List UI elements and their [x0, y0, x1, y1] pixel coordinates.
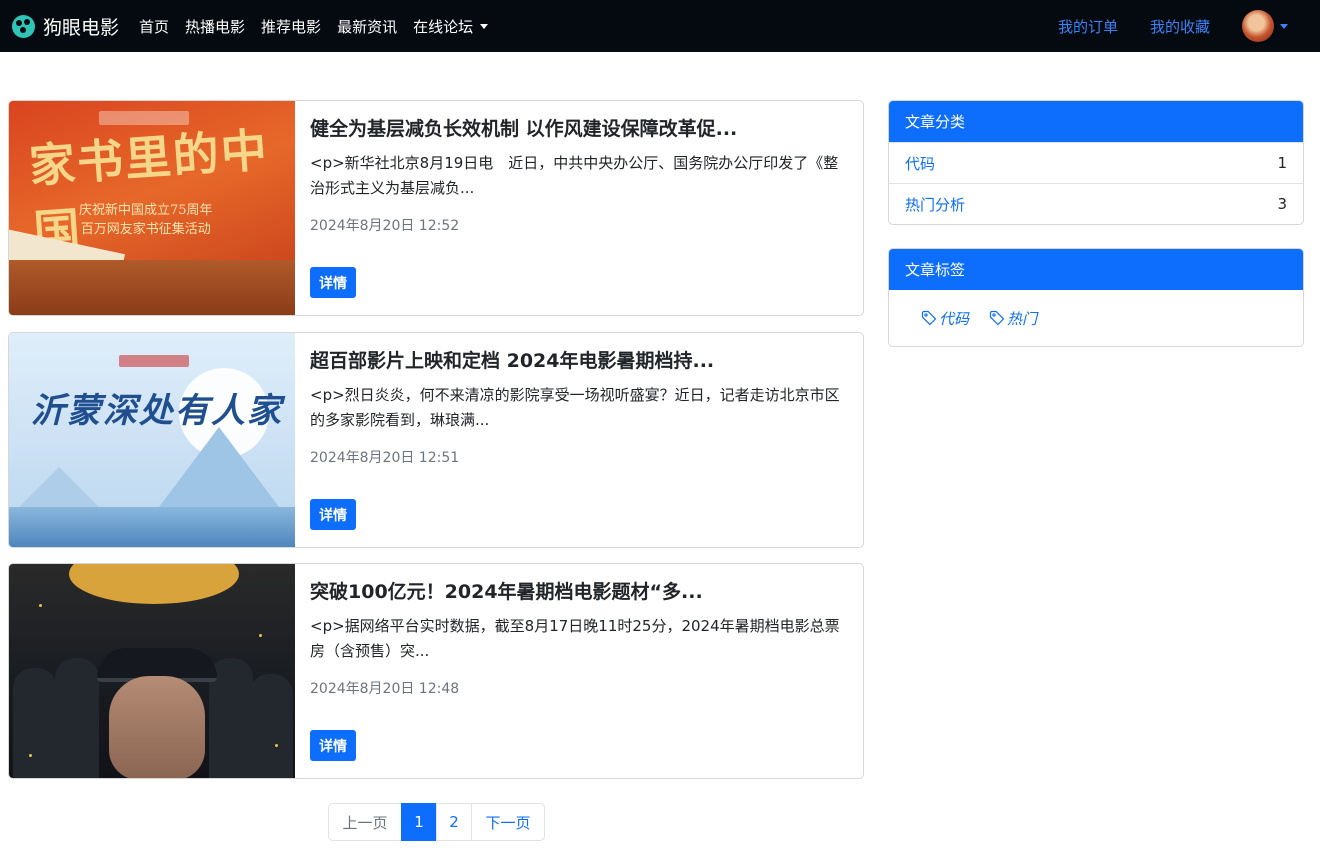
media-logo — [119, 355, 189, 367]
brand[interactable]: 狗眼电影 — [12, 13, 119, 40]
page-1-button[interactable]: 1 — [401, 803, 437, 841]
details-button[interactable]: 详情 — [310, 730, 356, 761]
tag-label: 热门 — [1007, 309, 1038, 328]
category-panel: 文章分类 代码 1 热门分析 3 — [888, 100, 1304, 225]
article-summary: <p>烈日炎炎，何不来清凉的影院享受一场视听盛宴？近日，记者走访北京市区的多家影… — [310, 386, 840, 429]
tag-icon — [921, 310, 937, 326]
top-navbar: 狗眼电影 首页 热播电影 推荐电影 最新资讯 在线论坛 我的订单 我的收藏 — [0, 0, 1320, 52]
category-name[interactable]: 代码 — [905, 153, 935, 174]
category-count: 1 — [1277, 154, 1287, 172]
category-panel-title: 文章分类 — [889, 101, 1303, 142]
thumbnail-subtitle: 庆祝新中国成立75周年 百万网友家书征集活动 — [79, 203, 213, 237]
nav-right: 我的订单 我的收藏 — [1058, 0, 1320, 52]
user-menu-toggle[interactable] — [1242, 10, 1288, 42]
category-item[interactable]: 热门分析 3 — [889, 183, 1303, 224]
nav-home[interactable]: 首页 — [139, 16, 169, 37]
article-card: 突破100亿元！2024年暑期档电影题材“多... <p>据网络平台实时数据，截… — [8, 563, 864, 779]
article-title[interactable]: 健全为基层减负长效机制 以作风建设保障改革促... — [310, 115, 849, 143]
article-thumbnail[interactable]: 家书里的中国 庆祝新中国成立75周年 百万网友家书征集活动 — [9, 101, 295, 315]
thumbnail-crowd — [55, 658, 99, 778]
article-date: 2024年8月20日 12:51 — [310, 450, 460, 466]
article-card: 沂蒙深处有人家 超百部影片上映和定档 2024年电影暑期档持... <p>烈日炎… — [8, 332, 864, 548]
thumbnail-spark — [275, 744, 278, 747]
thumbnail-crowd — [249, 674, 293, 778]
tag-link[interactable]: 热门 — [989, 308, 1037, 329]
article-date: 2024年8月20日 12:48 — [310, 681, 460, 697]
thumbnail-face — [109, 676, 205, 778]
details-button[interactable]: 详情 — [310, 499, 356, 530]
thumbnail-spark — [39, 604, 42, 607]
details-button[interactable]: 详情 — [310, 267, 356, 298]
article-thumbnail[interactable] — [9, 564, 295, 778]
film-reel-icon — [12, 14, 35, 38]
article-body: 超百部影片上映和定档 2024年电影暑期档持... <p>烈日炎炎，何不来清凉的… — [310, 347, 849, 530]
article-title[interactable]: 突破100亿元！2024年暑期档电影题材“多... — [310, 578, 849, 606]
prev-page-button[interactable]: 上一页 — [328, 803, 402, 841]
nav-latest-news[interactable]: 最新资讯 — [337, 16, 397, 37]
category-item[interactable]: 代码 1 — [889, 142, 1303, 183]
tag-icon — [989, 310, 1005, 326]
article-body: 健全为基层减负长效机制 以作风建设保障改革促... <p>新华社北京8月19日电… — [310, 115, 849, 298]
thumbnail-spark — [29, 754, 32, 757]
next-page-button[interactable]: 下一页 — [471, 803, 545, 841]
thumbnail-floor — [9, 260, 295, 315]
thumbnail-figure-top — [69, 564, 239, 604]
brand-name: 狗眼电影 — [43, 16, 120, 39]
pagination: 上一页 1 2 下一页 — [328, 803, 545, 841]
tag-link[interactable]: 代码 — [921, 308, 969, 329]
tag-label: 代码 — [939, 309, 970, 328]
caret-down-icon — [480, 23, 489, 29]
article-body: 突破100亿元！2024年暑期档电影题材“多... <p>据网络平台实时数据，截… — [310, 578, 849, 761]
article-summary: <p>据网络平台实时数据，截至8月17日晚11时25分，2024年暑期档电影总票… — [310, 617, 840, 660]
caret-down-icon — [1280, 23, 1288, 29]
thumbnail-title: 沂蒙深处有人家 — [31, 391, 283, 431]
tag-panel-title: 文章标签 — [889, 249, 1303, 290]
thumbnail-ground — [9, 507, 295, 547]
tag-list: 代码 热门 — [889, 290, 1303, 346]
my-favorites-link[interactable]: 我的收藏 — [1150, 16, 1210, 37]
main-nav: 首页 热播电影 推荐电影 最新资讯 在线论坛 — [139, 16, 504, 37]
my-orders-link[interactable]: 我的订单 — [1058, 16, 1118, 37]
avatar — [1242, 10, 1274, 42]
article-thumbnail[interactable]: 沂蒙深处有人家 — [9, 333, 295, 547]
article-card: 家书里的中国 庆祝新中国成立75周年 百万网友家书征集活动 健全为基层减负长效机… — [8, 100, 864, 316]
article-date: 2024年8月20日 12:52 — [310, 218, 460, 234]
thumbnail-spark — [259, 634, 262, 637]
nav-forum-label: 在线论坛 — [413, 17, 474, 36]
page-2-button[interactable]: 2 — [436, 803, 472, 841]
category-name[interactable]: 热门分析 — [905, 194, 965, 215]
tag-panel: 文章标签 代码 热门 — [888, 248, 1304, 347]
category-count: 3 — [1277, 195, 1287, 213]
nav-forum-dropdown[interactable]: 在线论坛 — [413, 16, 489, 37]
article-summary: <p>新华社北京8月19日电 近日，中共中央办公厅、国务院办公厅印发了《整治形式… — [310, 154, 839, 197]
nav-hot-movies[interactable]: 热播电影 — [185, 16, 245, 37]
article-title[interactable]: 超百部影片上映和定档 2024年电影暑期档持... — [310, 347, 849, 375]
nav-recommended-movies[interactable]: 推荐电影 — [261, 16, 321, 37]
thumbnail-title: 家书里的中国 — [27, 122, 271, 260]
thumbnail-crowd — [13, 668, 57, 778]
